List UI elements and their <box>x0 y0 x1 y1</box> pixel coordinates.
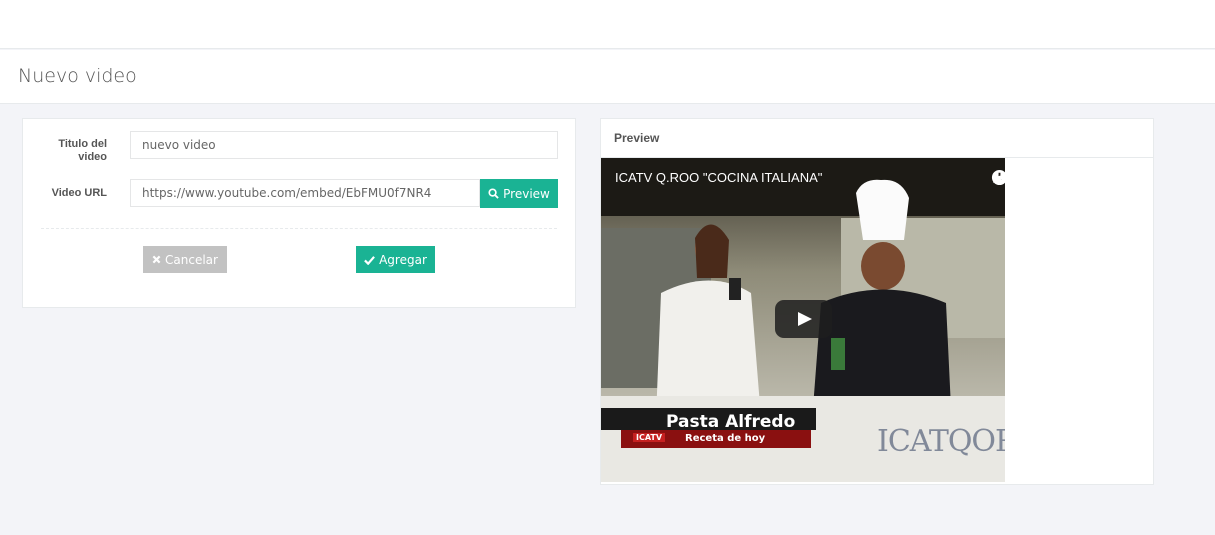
top-navbar <box>0 0 1215 49</box>
title-label: Titulo del video <box>58 138 107 163</box>
play-icon[interactable] <box>775 300 832 338</box>
form-divider <box>41 228 557 229</box>
url-label: Video URL <box>51 187 107 199</box>
page-heading: Nuevo video <box>0 50 1215 104</box>
video-caption-main: Pasta Alfredo <box>666 412 796 432</box>
cancel-button[interactable]: Cancelar <box>143 246 227 273</box>
url-input[interactable]: https://www.youtube.com/embed/EbFMU0f7NR… <box>130 179 480 207</box>
times-icon <box>152 255 161 264</box>
title-input[interactable]: nuevo video <box>130 131 558 159</box>
share-icon[interactable] <box>991 169 1005 186</box>
video-caption-sub: Receta de hoy <box>685 433 766 444</box>
video-caption-brand: ICATV <box>633 433 666 442</box>
page-title: Nuevo video <box>18 65 137 87</box>
cancel-button-label: Cancelar <box>165 252 218 267</box>
preview-panel: Preview ICATV Q.ROO "COCINA ITALIANA" Pa… <box>600 118 1154 485</box>
preview-button-label: Preview <box>503 186 550 201</box>
check-icon <box>364 255 376 265</box>
add-button[interactable]: Agregar <box>356 246 435 273</box>
add-button-label: Agregar <box>379 252 427 267</box>
video-watermark: ICATQOR <box>877 424 1005 459</box>
video-form-panel: Titulo del video nuevo video Video URL h… <box>22 118 576 308</box>
video-player[interactable]: ICATV Q.ROO "COCINA ITALIANA" Pasta Alfr… <box>601 158 1005 482</box>
search-icon <box>488 188 499 199</box>
video-title: ICATV Q.ROO "COCINA ITALIANA" <box>615 170 823 185</box>
preview-button[interactable]: Preview <box>480 179 558 208</box>
preview-panel-title: Preview <box>601 119 1153 158</box>
